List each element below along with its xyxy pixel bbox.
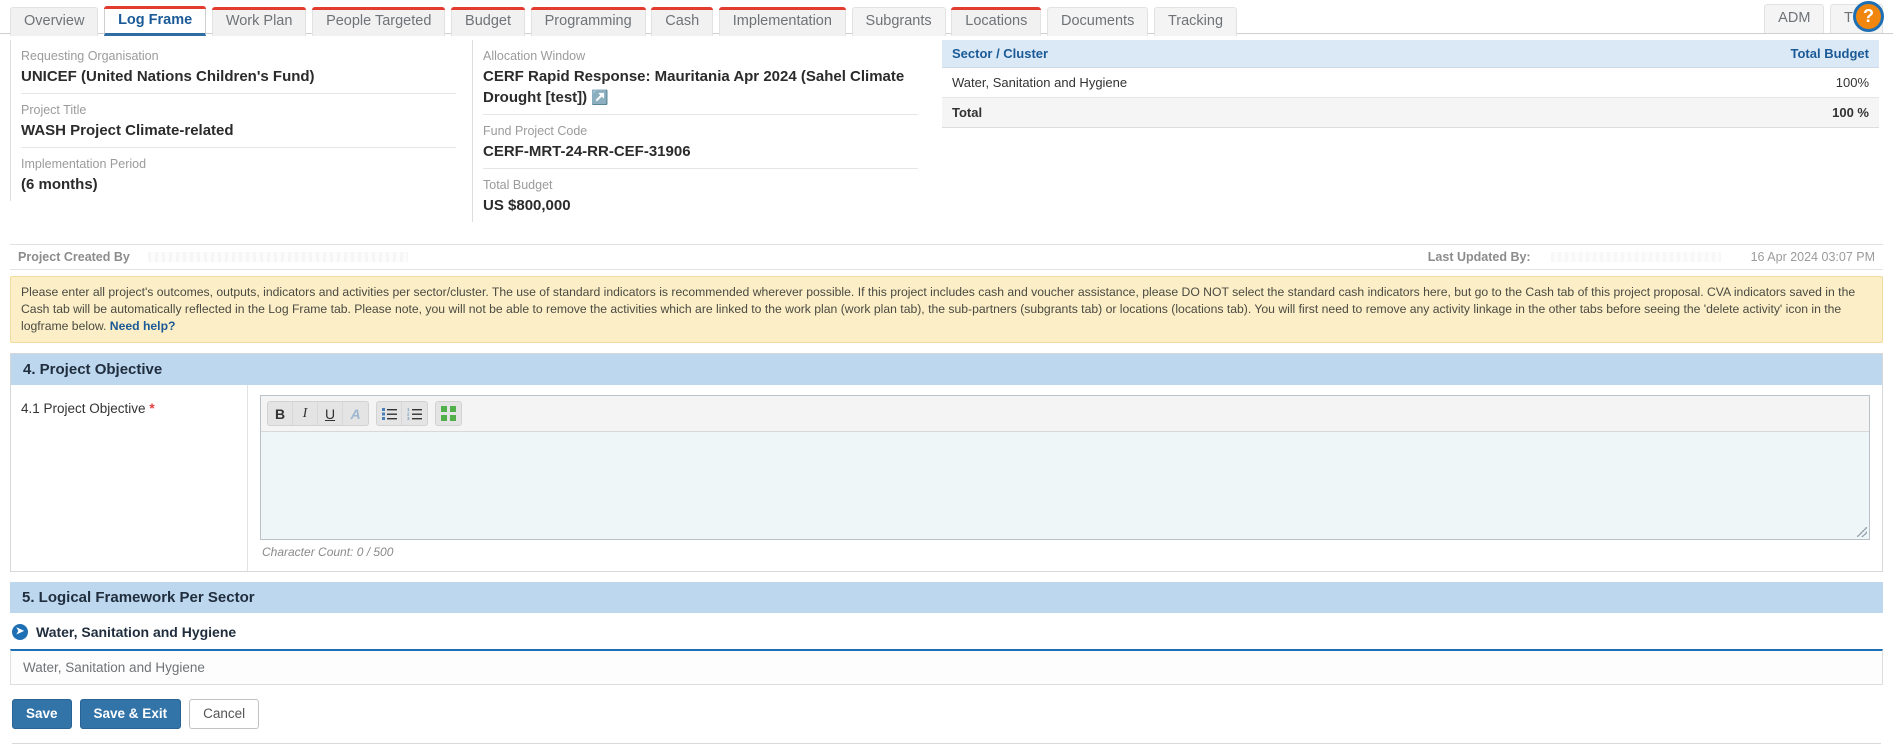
instructions-text: Please enter all project's outcomes, out…: [21, 285, 1856, 333]
numbered-list-icon[interactable]: 1 2 3: [402, 402, 427, 425]
bulleted-list-icon[interactable]: [377, 402, 402, 425]
field-allocation-window: Allocation Window CERF Rapid Response: M…: [483, 40, 918, 115]
save-button[interactable]: Save: [12, 699, 72, 729]
tab-adm[interactable]: ADM: [1764, 4, 1825, 33]
rich-text-editor[interactable]: B I U A 1 2 3: [260, 395, 1870, 540]
character-count: Character Count: 0 / 500: [262, 545, 394, 559]
tab-work-plan[interactable]: Work Plan: [211, 7, 307, 36]
chevron-right-circle-icon[interactable]: ➤: [12, 624, 28, 640]
resize-grip-icon[interactable]: [1857, 527, 1867, 537]
editor-format-group: B I U A: [267, 401, 369, 426]
field-fund-project-code: Fund Project Code CERF-MRT-24-RR-CEF-319…: [483, 115, 918, 169]
field-requesting-organisation: Requesting Organisation UNICEF (United N…: [21, 40, 456, 94]
italic-icon[interactable]: I: [293, 402, 318, 425]
remove-format-icon[interactable]: A: [343, 402, 368, 425]
save-and-exit-button[interactable]: Save & Exit: [79, 699, 182, 729]
project-objective-field-label: 4.1 Project Objective *: [11, 385, 248, 571]
external-link-icon[interactable]: ↗️: [591, 87, 608, 107]
last-updated-date: 16 Apr 2024 03:07 PM: [1750, 250, 1875, 264]
tab-cash[interactable]: Cash: [651, 7, 714, 36]
allocation-window-text: CERF Rapid Response: Mauritania Apr 2024…: [483, 68, 905, 106]
tab-tracking[interactable]: Tracking: [1153, 7, 1238, 36]
budget-column-header: Total Budget: [1564, 40, 1879, 68]
allocation-window-value: CERF Rapid Response: Mauritania Apr 2024…: [483, 67, 918, 108]
tab-budget[interactable]: Budget: [451, 7, 526, 36]
need-help-link[interactable]: Need help?: [110, 319, 176, 333]
instructions-banner: Please enter all project's outcomes, out…: [10, 276, 1883, 343]
underline-icon[interactable]: U: [318, 402, 343, 425]
project-title-label: Project Title: [21, 103, 87, 117]
table-row-total: Total 100 %: [942, 97, 1879, 128]
editor-toolbar: B I U A 1 2 3: [261, 396, 1869, 432]
main-tab-bar: Overview Log Frame Work Plan People Targ…: [0, 0, 1893, 36]
total-budget-value: US $800,000: [483, 197, 571, 214]
tab-documents[interactable]: Documents: [1046, 7, 1149, 36]
total-budget-label: Total Budget: [483, 178, 553, 192]
sector-logframe-panel-text: Water, Sanitation and Hygiene: [23, 660, 205, 675]
implementation-period-value: (6 months): [21, 176, 98, 193]
project-created-by-value: [147, 252, 408, 262]
tab-log-frame[interactable]: Log Frame: [104, 6, 207, 36]
project-title-value: WASH Project Climate-related: [21, 122, 234, 139]
fund-project-code-label: Fund Project Code: [483, 124, 588, 138]
sector-accordion-label: Water, Sanitation and Hygiene: [36, 624, 237, 640]
project-objective-editor-wrapper: B I U A 1 2 3 Character Count: 0 / 500: [248, 385, 1882, 571]
comments-heading: Comments for Project Log Frame: [0, 744, 1893, 750]
project-objective-body: 4.1 Project Objective * B I U A 1 2 3 Ch…: [11, 385, 1882, 571]
audit-meta-strip: Project Created By Last Updated By: 16 A…: [10, 244, 1883, 270]
logical-framework-panel: 5. Logical Framework Per Sector: [10, 582, 1883, 613]
last-updated-by-value: [1550, 252, 1721, 262]
project-objective-heading: 4. Project Objective: [11, 354, 1882, 385]
project-objective-textarea[interactable]: [261, 432, 1869, 539]
requesting-organisation-value: UNICEF (United Nations Children's Fund): [21, 68, 315, 85]
sector-table-header-row: Sector / Cluster Total Budget: [942, 40, 1879, 68]
svg-text:3: 3: [407, 416, 410, 420]
field-implementation-period: Implementation Period (6 months): [21, 148, 456, 201]
tab-locations[interactable]: Locations: [951, 7, 1042, 36]
field-project-title: Project Title WASH Project Climate-relat…: [21, 94, 456, 148]
tab-implementation[interactable]: Implementation: [718, 7, 847, 36]
fund-project-code-value: CERF-MRT-24-RR-CEF-31906: [483, 143, 691, 160]
total-label-cell: Total: [942, 97, 1565, 128]
required-marker: *: [149, 401, 155, 416]
sector-logframe-panel: Water, Sanitation and Hygiene: [10, 649, 1883, 685]
maximize-glyph: [441, 406, 456, 421]
table-row: Water, Sanitation and Hygiene 100%: [942, 67, 1879, 98]
sector-accordion-header[interactable]: ➤ Water, Sanitation and Hygiene: [0, 613, 1893, 649]
bulleted-list-glyph: [381, 408, 397, 420]
bold-icon[interactable]: B: [268, 402, 293, 425]
project-info-column-middle: Allocation Window CERF Rapid Response: M…: [472, 40, 934, 222]
sector-budget-cell: 100%: [1564, 67, 1879, 98]
last-updated-by-label: Last Updated By:: [1427, 250, 1531, 264]
editor-maximize-group: [435, 401, 462, 426]
requesting-organisation-label: Requesting Organisation: [21, 49, 159, 63]
tab-subgrants[interactable]: Subgrants: [851, 7, 946, 36]
tab-programming[interactable]: Programming: [530, 7, 646, 36]
allocation-window-label: Allocation Window: [483, 49, 586, 63]
sector-cluster-table-wrapper: Sector / Cluster Total Budget Water, San…: [934, 40, 1883, 128]
project-objective-panel: 4. Project Objective 4.1 Project Objecti…: [10, 353, 1883, 572]
maximize-icon[interactable]: [436, 402, 461, 425]
numbered-list-glyph: 1 2 3: [407, 407, 422, 420]
sector-column-header: Sector / Cluster: [942, 40, 1565, 68]
help-icon[interactable]: ?: [1853, 1, 1884, 32]
tab-people-targeted[interactable]: People Targeted: [312, 7, 446, 36]
project-objective-label-text: 4.1 Project Objective: [21, 401, 146, 416]
logical-framework-heading: 5. Logical Framework Per Sector: [10, 582, 1883, 613]
form-action-bar: Save Save & Exit Cancel: [0, 685, 1893, 743]
project-objective-row: 4.1 Project Objective * B I U A 1 2 3 Ch…: [11, 385, 1882, 571]
project-info-column-left: Requesting Organisation UNICEF (United N…: [10, 40, 472, 201]
total-budget-cell: 100 %: [1564, 97, 1879, 128]
implementation-period-label: Implementation Period: [21, 157, 147, 171]
field-total-budget: Total Budget US $800,000: [483, 169, 918, 222]
project-created-by-label: Project Created By: [18, 250, 130, 264]
sector-name-cell: Water, Sanitation and Hygiene: [942, 67, 1565, 98]
tab-overview[interactable]: Overview: [10, 7, 99, 36]
sector-cluster-table: Sector / Cluster Total Budget Water, San…: [942, 40, 1879, 128]
editor-list-group: 1 2 3: [376, 401, 428, 426]
cancel-button[interactable]: Cancel: [189, 699, 260, 729]
project-info-panel: Requesting Organisation UNICEF (United N…: [0, 34, 1893, 222]
